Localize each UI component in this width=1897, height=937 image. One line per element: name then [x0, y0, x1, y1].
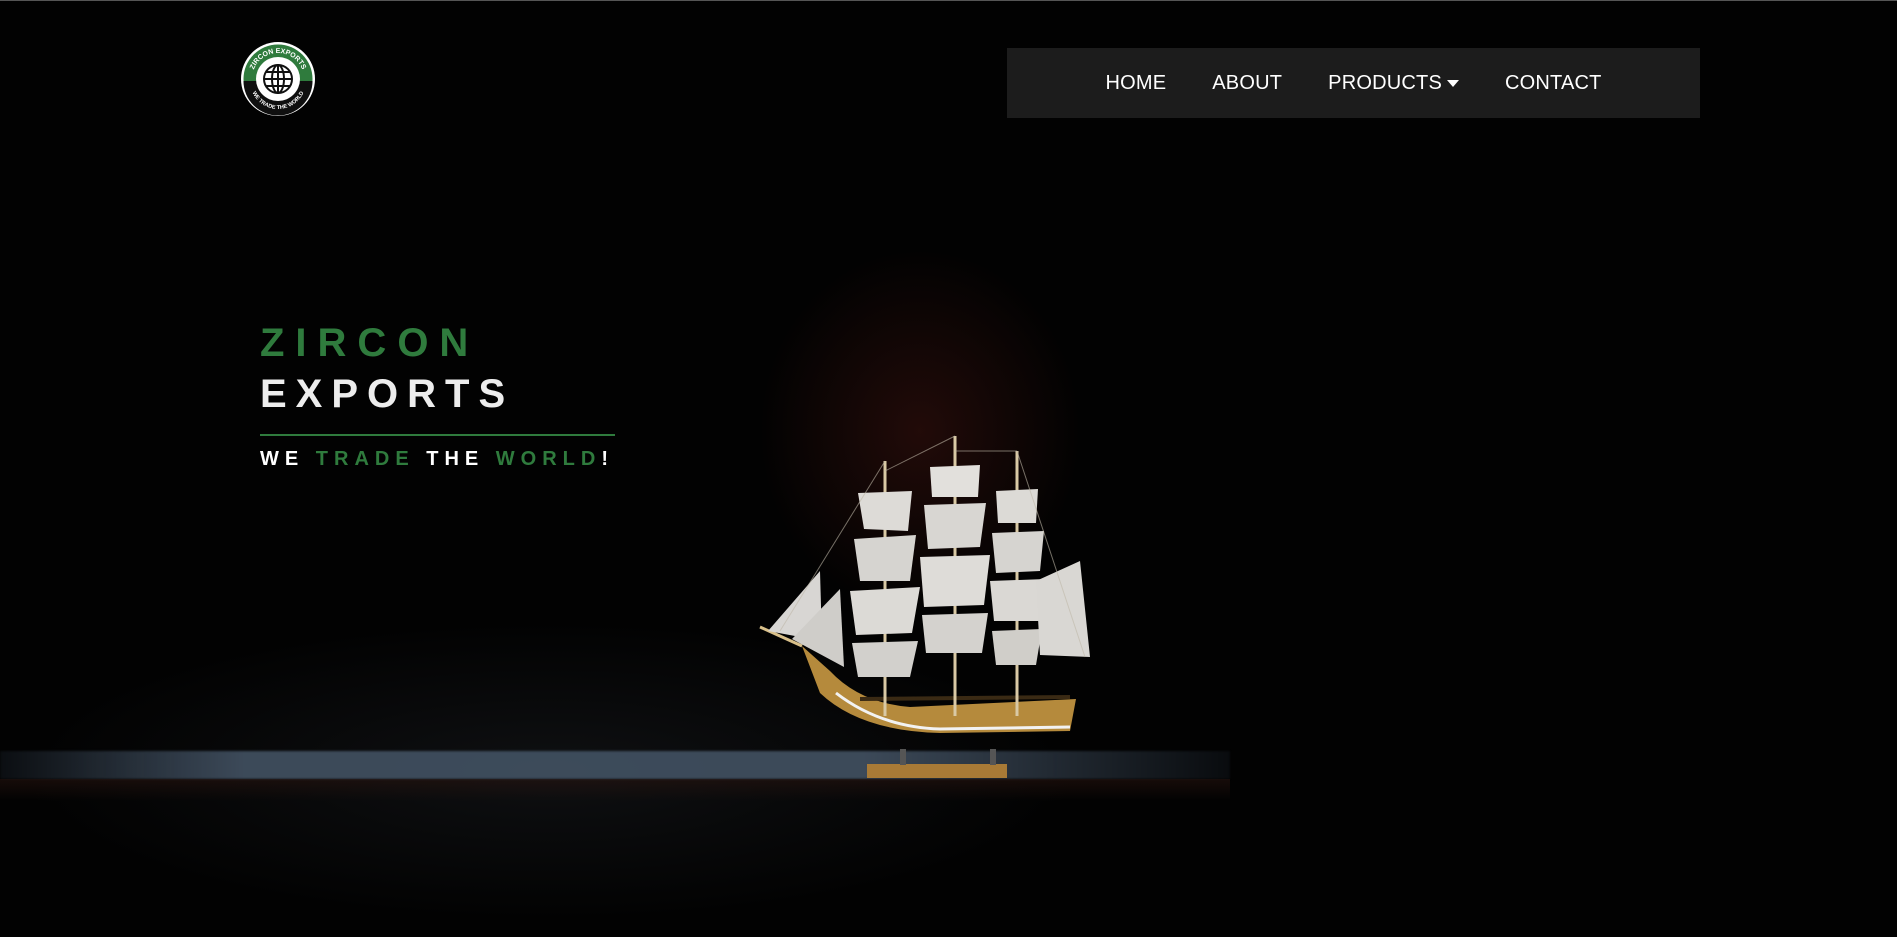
main-sail-3 [920, 555, 990, 607]
hull-deck [859, 695, 1071, 701]
nav-home[interactable]: HOME [1105, 72, 1166, 95]
globe-icon [263, 64, 293, 94]
main-sail-2 [924, 503, 986, 549]
hero-tagline: WE TRADE THE WORLD! [260, 448, 615, 471]
stand-post-right [990, 749, 996, 765]
nav-products-label: PRODUCTS [1328, 71, 1442, 94]
fore-sail-4 [852, 641, 918, 677]
nav-products[interactable]: PRODUCTS [1328, 72, 1459, 95]
tagline-word-trade: TRADE [315, 448, 415, 470]
main-nav: HOME ABOUT PRODUCTS CONTACT [1007, 48, 1700, 118]
mizzen-sail-4 [992, 629, 1042, 665]
tagline-word-world: WORLD [495, 448, 602, 470]
main-sail-4 [922, 613, 988, 653]
tagline-punct: ! [601, 448, 615, 470]
fore-sail-2 [854, 535, 916, 581]
logo[interactable]: ZIRCON EXPORTS WE TRADE THE WORLD [240, 41, 316, 117]
tagline-word-we: WE [260, 448, 305, 470]
hero-title-line1: ZIRCON [260, 321, 480, 365]
hero-title-line2: EXPORTS [260, 372, 515, 416]
fore-sail-3 [850, 587, 920, 635]
stand-post-left [900, 749, 906, 765]
tagline-word-the: THE [426, 448, 485, 470]
mizzen-sail-2 [992, 531, 1044, 573]
hero-divider [260, 434, 615, 436]
nav-contact-label: CONTACT [1504, 71, 1602, 94]
hero-brand: ZIRCON EXPORTS WE TRADE THE WORLD! [260, 318, 615, 471]
fore-sail-1 [858, 491, 912, 531]
nav-about[interactable]: ABOUT [1212, 72, 1282, 95]
main-sail-1 [930, 465, 980, 497]
caret-down-icon [1446, 79, 1459, 87]
spanker-sail [1036, 561, 1090, 657]
nav-home-label: HOME [1105, 71, 1167, 94]
nav-about-label: ABOUT [1212, 71, 1283, 94]
nav-contact[interactable]: CONTACT [1505, 72, 1602, 95]
ship-stand [867, 764, 1007, 778]
ship-model-icon [759, 435, 1090, 778]
